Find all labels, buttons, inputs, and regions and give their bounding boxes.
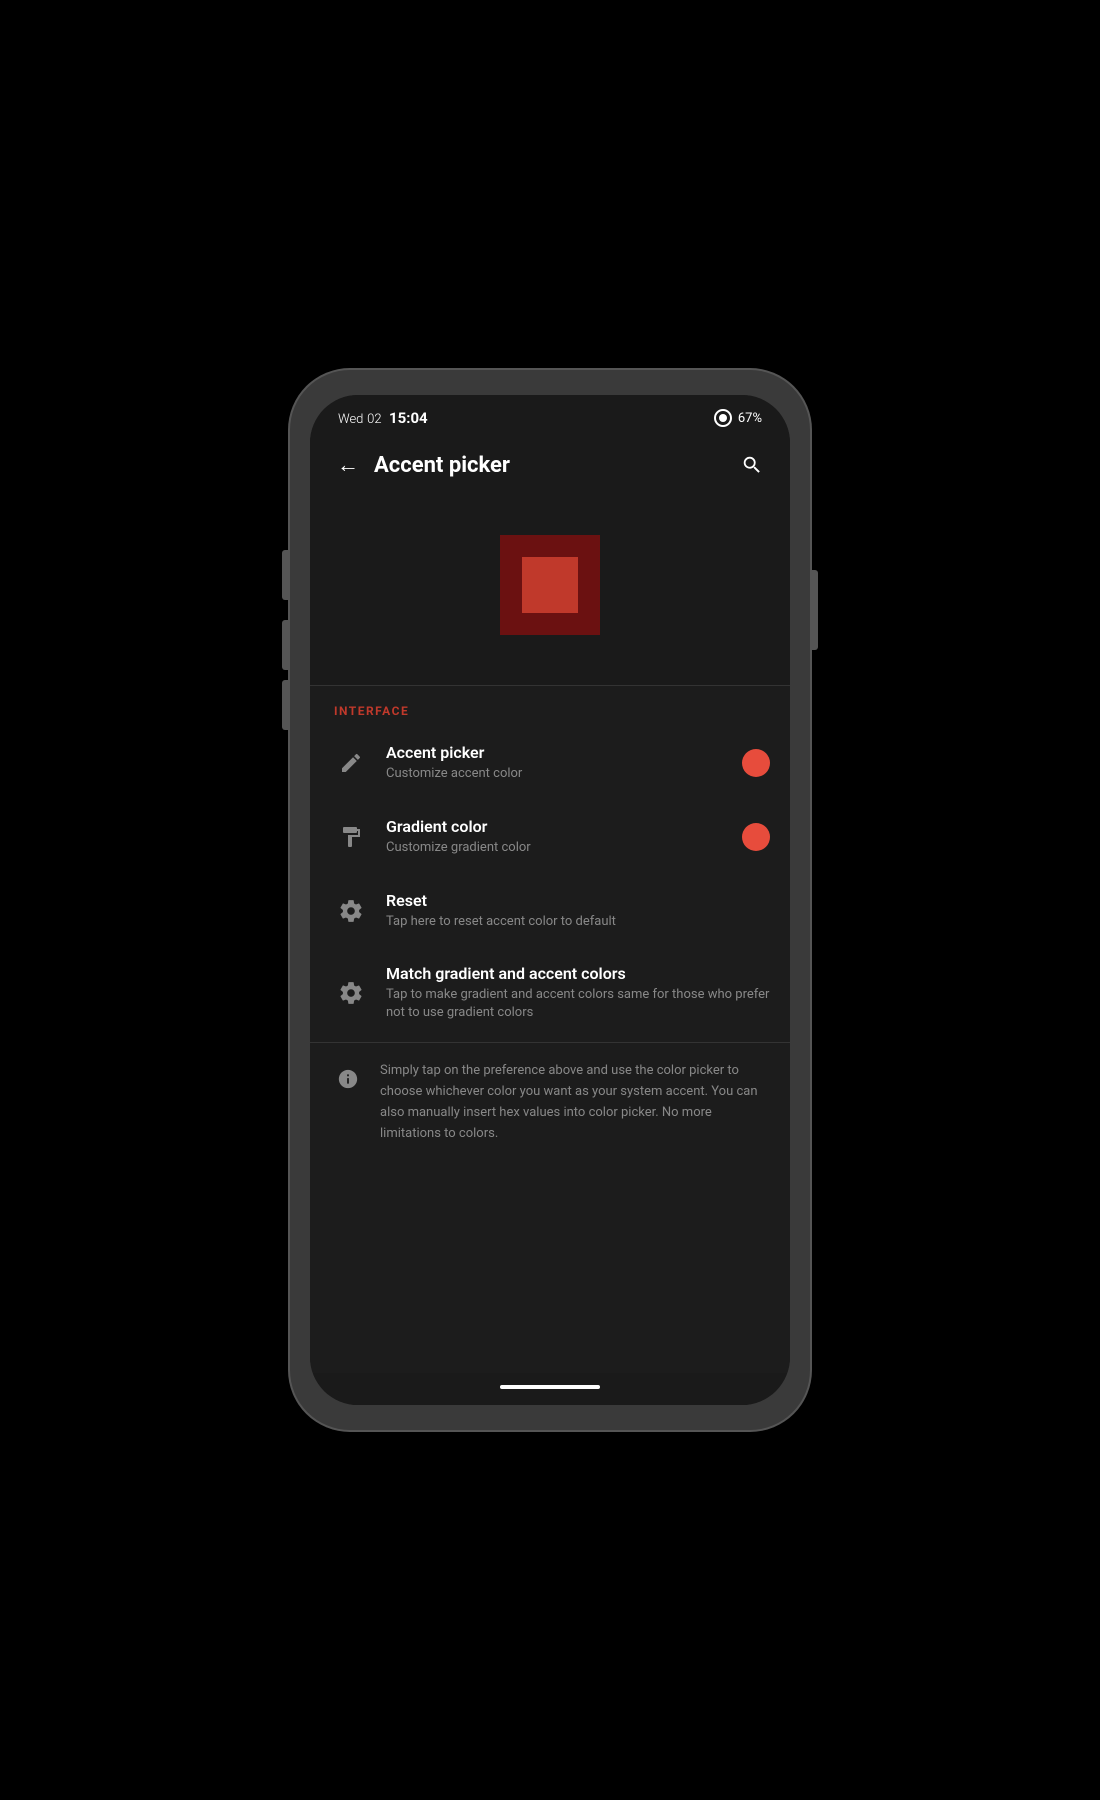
accent-picker-content: Accent picker Customize accent color <box>386 743 742 783</box>
search-icon <box>741 454 763 476</box>
page-title: Accent picker <box>374 453 734 478</box>
info-description: Simply tap on the preference above and u… <box>380 1061 770 1144</box>
home-bar <box>310 1373 790 1405</box>
reset-icon <box>330 890 372 932</box>
section-header-interface: INTERFACE <box>310 686 790 726</box>
gradient-color-subtitle: Customize gradient color <box>386 839 742 857</box>
reset-title: Reset <box>386 891 770 910</box>
pencil-svg <box>339 751 363 775</box>
paint-roller-svg <box>339 825 363 849</box>
home-indicator <box>500 1385 600 1389</box>
match-gradient-icon <box>330 972 372 1014</box>
top-bar: ← Accent picker <box>310 435 790 495</box>
phone-screen: Wed 02 15:04 67% ← Accent picker <box>310 395 790 1405</box>
match-gradient-svg <box>338 980 364 1006</box>
battery-pct: 67% <box>738 411 762 426</box>
back-arrow-icon: ← <box>337 452 359 478</box>
match-gradient-content: Match gradient and accent colors Tap to … <box>386 964 770 1022</box>
status-bar: Wed 02 15:04 67% <box>310 395 790 435</box>
reset-svg <box>338 898 364 924</box>
settings-list: INTERFACE Accent picker Customize accent… <box>310 686 790 1373</box>
info-icon <box>330 1061 366 1097</box>
settings-item-match-gradient[interactable]: Match gradient and accent colors Tap to … <box>310 948 790 1038</box>
battery-icon <box>714 409 732 427</box>
phone-frame: Wed 02 15:04 67% ← Accent picker <box>290 370 810 1430</box>
reset-content: Reset Tap here to reset accent color to … <box>386 891 770 931</box>
settings-item-gradient-color[interactable]: Gradient color Customize gradient color <box>310 800 790 874</box>
gradient-color-toggle[interactable] <box>742 823 770 851</box>
status-date: 02 <box>367 412 381 427</box>
gradient-color-title: Gradient color <box>386 817 742 836</box>
status-clock: 15:04 <box>389 409 428 427</box>
accent-picker-title: Accent picker <box>386 743 742 762</box>
settings-item-reset[interactable]: Reset Tap here to reset accent color to … <box>310 874 790 948</box>
accent-picker-toggle[interactable] <box>742 749 770 777</box>
search-button[interactable] <box>734 447 770 483</box>
battery-level <box>719 414 727 422</box>
color-preview-area <box>310 495 790 685</box>
match-gradient-subtitle: Tap to make gradient and accent colors s… <box>386 986 770 1022</box>
status-day: Wed <box>338 412 363 427</box>
settings-item-accent-picker[interactable]: Accent picker Customize accent color <box>310 726 790 800</box>
info-section: Simply tap on the preference above and u… <box>310 1042 790 1162</box>
color-swatch-outer <box>500 535 600 635</box>
reset-subtitle: Tap here to reset accent color to defaul… <box>386 913 770 931</box>
match-gradient-title: Match gradient and accent colors <box>386 964 770 983</box>
pencil-icon <box>330 742 372 784</box>
status-right: 67% <box>714 409 762 427</box>
status-time: Wed 02 15:04 <box>338 409 428 427</box>
info-svg <box>337 1068 359 1090</box>
paint-roller-icon <box>330 816 372 858</box>
color-swatch-inner <box>522 557 578 613</box>
back-button[interactable]: ← <box>330 447 366 483</box>
gradient-color-content: Gradient color Customize gradient color <box>386 817 742 857</box>
accent-picker-subtitle: Customize accent color <box>386 765 742 783</box>
